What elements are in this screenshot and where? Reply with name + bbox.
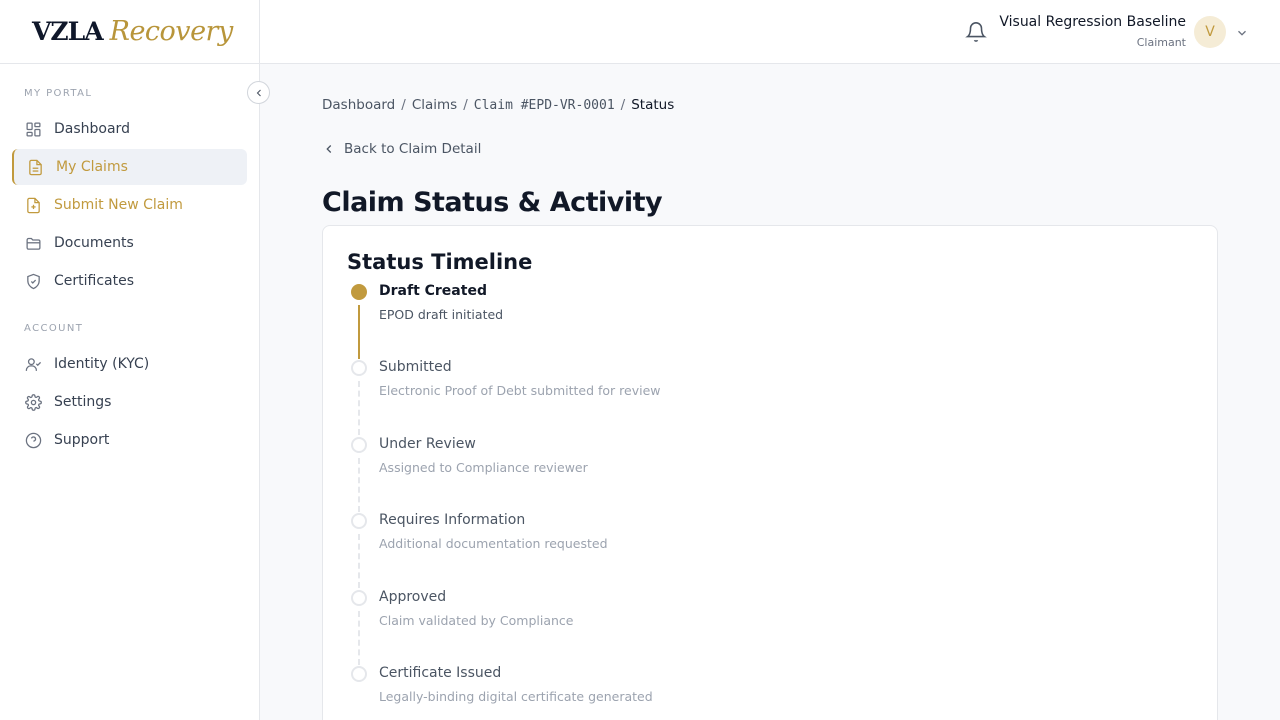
sidebar-item-label: Support [54,432,110,448]
breadcrumb-claim-id[interactable]: Claim #EPD-VR-0001 [474,98,615,113]
bell-icon [965,22,987,42]
timeline-connector [358,458,360,512]
sidebar-item-settings[interactable]: Settings [12,384,247,420]
user-check-icon [24,355,42,373]
back-to-claim-detail-link[interactable]: Back to Claim Detail [322,141,481,157]
grid-icon [24,120,42,138]
sidebar-item-certificates[interactable]: Certificates [12,263,247,299]
back-link-label: Back to Claim Detail [344,141,482,157]
sidebar-item-label: Documents [54,235,134,251]
chevron-left-icon [326,145,332,153]
avatar[interactable]: V [1194,16,1226,48]
sidebar-item-support[interactable]: Support [12,422,247,458]
step-description: Additional documentation requested [379,536,608,551]
sidebar-item-identity[interactable]: Identity (KYC) [12,346,247,382]
breadcrumb-dashboard[interactable]: Dashboard [322,97,395,113]
step-complete-dot-icon [351,284,367,300]
file-plus-icon [24,196,42,214]
gear-icon [24,393,42,411]
sidebar-item-label: My Claims [56,159,128,175]
breadcrumb-claims[interactable]: Claims [412,97,457,113]
step-pending-dot-icon [351,513,367,529]
document-icon [26,158,44,176]
shield-check-icon [24,272,42,290]
step-label: Certificate Issued [379,665,502,681]
step-pending-dot-icon [351,360,367,376]
timeline-connector [358,611,360,665]
section-label-account: ACCOUNT [24,323,84,334]
top-header: Visual Regression Baseline Claimant V [260,0,1280,64]
step-description: Legally-binding digital certificate gene… [379,689,653,704]
step-label: Submitted [379,359,452,375]
step-description: EPOD draft initiated [379,307,504,322]
chevron-left-icon [256,89,261,96]
step-label: Draft Created [379,283,487,299]
chevron-down-icon [1238,30,1246,36]
step-pending-dot-icon [351,590,367,606]
sidebar-collapse-button[interactable] [247,81,270,104]
help-circle-icon [24,431,42,449]
page-title: Claim Status & Activity [322,187,663,218]
step-label: Approved [379,589,447,605]
sidebar-item-my-claims[interactable]: My Claims [12,149,247,185]
step-pending-dot-icon [351,437,367,453]
step-description: Assigned to Compliance reviewer [379,460,588,475]
step-label: Under Review [379,436,476,452]
sidebar-item-documents[interactable]: Documents [12,225,247,261]
folder-icon [24,234,42,252]
step-description: Electronic Proof of Debt submitted for r… [379,383,661,398]
breadcrumb: Dashboard / Claims / Claim #EPD-VR-0001/Stat… [322,97,675,113]
user-menu-toggle[interactable] [1235,25,1249,39]
breadcrumb-current: Status [631,97,675,113]
brand-part2: Recovery [109,16,234,47]
timeline-connector [358,381,360,435]
sidebar-item-label: Dashboard [54,121,130,137]
user-role: Claimant [1136,36,1186,49]
sidebar-item-label: Settings [54,394,112,410]
sidebar-item-label: Identity (KYC) [54,356,150,372]
sidebar-item-submit-new-claim[interactable]: Submit New Claim [12,187,247,223]
sidebar-item-dashboard[interactable]: Dashboard [12,111,247,147]
step-description: Claim validated by Compliance [379,613,574,628]
brand-logo[interactable]: VZLA Recovery [0,0,259,64]
timeline-connector [358,305,360,359]
card-title: Status Timeline [347,250,533,274]
sidebar-item-label: Submit New Claim [54,197,183,213]
status-timeline-card: Status Timeline Draft Created EPOD draft… [322,225,1218,720]
notifications-button[interactable] [965,20,987,44]
section-label-portal: MY PORTAL [24,88,93,99]
sidebar-item-label: Certificates [54,273,135,289]
sidebar: VZLA Recovery MY PORTAL Dashboard My Cla… [0,0,260,720]
user-name: Visual Regression Baseline [999,14,1186,30]
timeline-connector [358,534,360,588]
step-label: Requires Information [379,512,526,528]
brand-part1: VZLA [32,17,104,46]
step-pending-dot-icon [351,666,367,682]
